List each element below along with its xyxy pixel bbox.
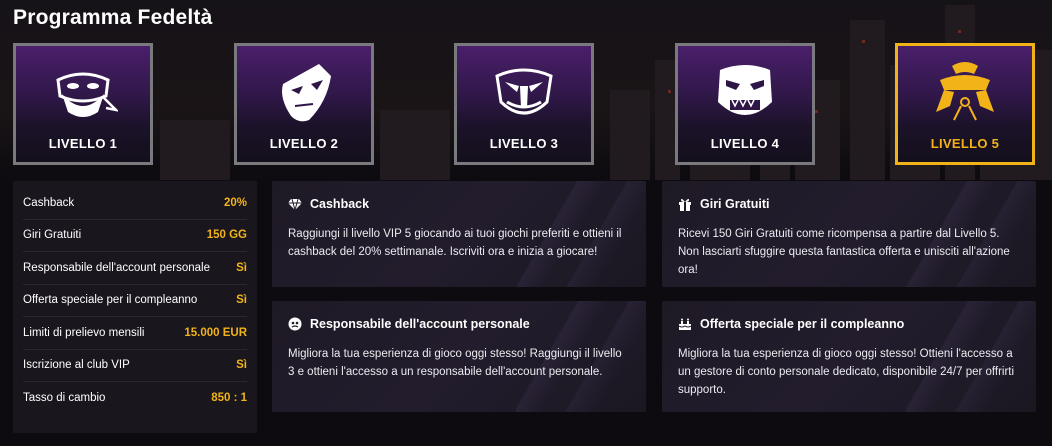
benefit-label: Cashback bbox=[23, 196, 75, 209]
benefit-value: 850 : 1 bbox=[211, 392, 247, 405]
level-card-5[interactable]: LIVELLO 5 bbox=[895, 43, 1035, 165]
card-text: Migliora la tua esperienza di gioco oggi… bbox=[678, 348, 1015, 396]
oni-mask-icon bbox=[718, 65, 772, 115]
level-card-4[interactable]: LIVELLO 4 bbox=[675, 43, 815, 165]
benefit-value: 20% bbox=[223, 196, 247, 209]
card-text: Ricevi 150 Giri Gratuiti come ricompensa… bbox=[678, 228, 1010, 276]
level-card-2[interactable]: LIVELLO 2 bbox=[234, 43, 374, 165]
level-label: LIVELLO 1 bbox=[48, 136, 118, 151]
card-title: Cashback bbox=[310, 197, 370, 211]
card-title: Offerta speciale per il compleanno bbox=[700, 317, 905, 331]
manager-icon bbox=[288, 317, 302, 331]
benefits-table: Cashback 20% Giri Gratuiti 150 GG Respon… bbox=[13, 181, 257, 433]
benefit-label: Offerta speciale per il compleanno bbox=[23, 294, 198, 307]
benefit-row: Tasso di cambio 850 : 1 bbox=[23, 382, 247, 415]
benefit-row: Offerta speciale per il compleanno Sì bbox=[23, 285, 247, 317]
samurai-helmet-icon bbox=[936, 62, 994, 121]
benefit-value: Sì bbox=[236, 294, 247, 307]
benefit-card-birthday: Offerta speciale per il compleanno Migli… bbox=[662, 301, 1036, 412]
benefit-row: Iscrizione al club VIP Sì bbox=[23, 350, 247, 382]
benefit-label: Tasso di cambio bbox=[23, 392, 106, 405]
level-card-3[interactable]: LIVELLO 3 bbox=[454, 43, 594, 165]
level-label: LIVELLO 2 bbox=[269, 136, 339, 151]
fox-mask-icon bbox=[282, 64, 331, 122]
card-text: Raggiungi il livello VIP 5 giocando ai t… bbox=[288, 228, 622, 258]
gift-icon bbox=[679, 198, 691, 211]
benefit-row: Responsabile dell'account personale Sì bbox=[23, 252, 247, 285]
benefit-label: Iscrizione al club VIP bbox=[23, 359, 130, 372]
level-label: LIVELLO 3 bbox=[489, 136, 559, 151]
benefit-value: 150 GG bbox=[206, 229, 247, 242]
benefit-card-free-spins: Giri Gratuiti Ricevi 150 Giri Gratuiti c… bbox=[662, 181, 1036, 287]
benefit-row: Giri Gratuiti 150 GG bbox=[23, 220, 247, 252]
benefit-label: Responsabile dell'account personale bbox=[23, 261, 210, 274]
card-text: Migliora la tua esperienza di gioco oggi… bbox=[288, 348, 622, 378]
card-title: Giri Gratuiti bbox=[700, 197, 770, 211]
level-label: LIVELLO 4 bbox=[710, 136, 780, 151]
benefit-label: Giri Gratuiti bbox=[23, 229, 82, 242]
level-label: LIVELLO 5 bbox=[930, 136, 1000, 151]
benefit-row: Limiti di prelievo mensili 15.000 EUR bbox=[23, 317, 247, 350]
benefit-value: Sì bbox=[236, 359, 247, 372]
tengu-mask-icon bbox=[495, 68, 553, 115]
diamond-icon bbox=[288, 198, 302, 211]
page-title: Programma Fedeltà bbox=[13, 6, 213, 29]
benefit-label: Limiti di prelievo mensili bbox=[23, 326, 145, 339]
benefit-value: Sì bbox=[236, 261, 247, 274]
benefit-card-account-manager: Responsabile dell'account personale Migl… bbox=[272, 301, 646, 412]
benefit-card-cashback: Cashback Raggiungi il livello VIP 5 gioc… bbox=[272, 181, 646, 287]
bandana-mask-icon bbox=[56, 72, 118, 117]
card-title: Responsabile dell'account personale bbox=[310, 317, 530, 331]
benefit-value: 15.000 EUR bbox=[184, 326, 247, 339]
benefit-row: Cashback 20% bbox=[23, 187, 247, 220]
level-card-1[interactable]: LIVELLO 1 bbox=[13, 43, 153, 165]
birthday-cake-icon bbox=[678, 318, 692, 330]
